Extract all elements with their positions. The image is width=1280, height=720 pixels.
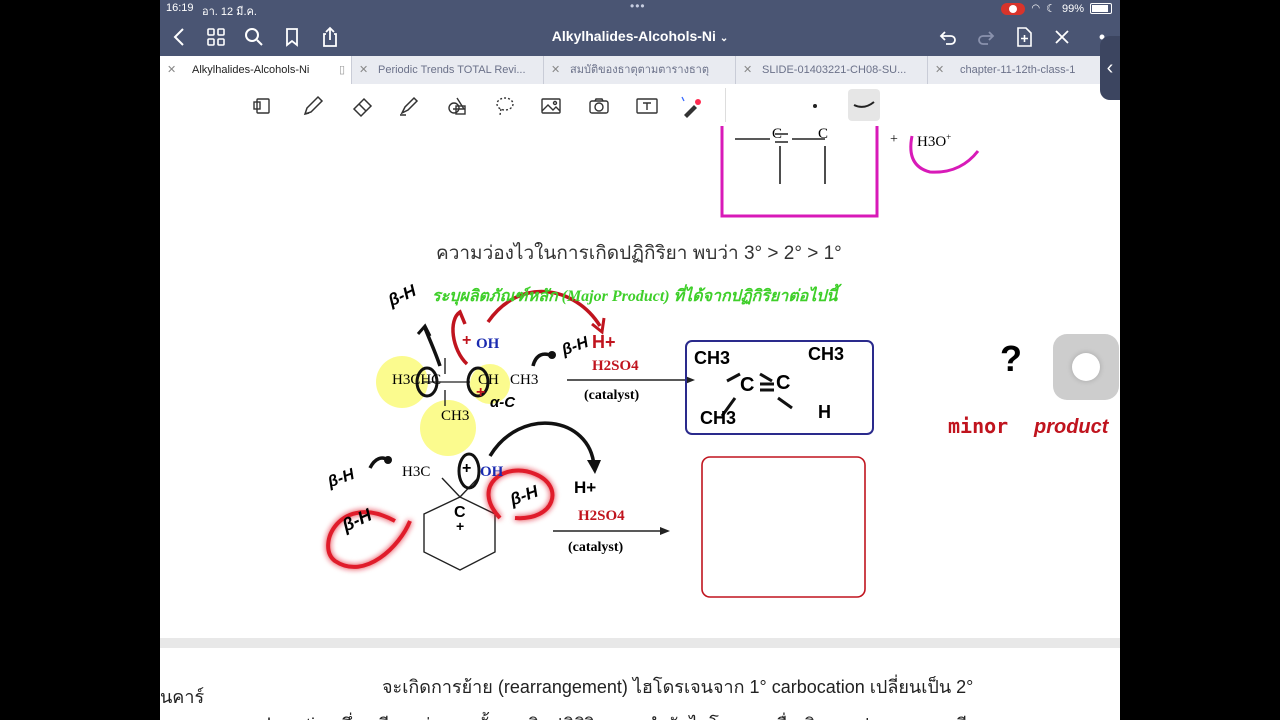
question-mark: ? <box>1000 338 1022 379</box>
r1-carbocation-plus: + <box>476 384 486 401</box>
h-plus-1: H+ <box>592 332 616 352</box>
tab-alkylhalides[interactable]: ✕ Alkylhalides-Alcohols-Ni ▯ <box>160 56 352 84</box>
assistive-touch-button[interactable] <box>1053 334 1119 400</box>
product-label: product <box>1034 416 1109 438</box>
r1-reagent: H2SO4 <box>592 358 639 374</box>
tab-label: chapter-11-12th-class-1 <box>960 64 1076 76</box>
battery-percent: 99% <box>1061 2 1084 15</box>
nav-bar: Alkylhalides-Alcohols-Ni ⌄ • <box>160 18 1120 56</box>
tab-chapter-11[interactable]: ✕ chapter-11-12th-class-1 <box>928 56 1120 84</box>
product-ch3-a: CH3 <box>694 348 731 368</box>
r1-bottom-group: CH3 <box>441 408 470 424</box>
product-box-2 <box>701 456 866 598</box>
camera-icon[interactable] <box>586 93 612 119</box>
r1-condition: (catalyst) <box>584 388 640 403</box>
product-c2: C <box>776 372 791 394</box>
pen-size-dot-icon[interactable] <box>802 93 828 119</box>
toolbar-divider <box>725 88 726 122</box>
reactivity-line: ความว่องไวในการเกิดปฏิกิริยา พบว่า 3° > … <box>436 243 842 264</box>
chevron-left-icon[interactable]: ‹ <box>1100 36 1120 100</box>
r1-right-group: CH3 <box>510 372 539 388</box>
product-ch3-c: CH3 <box>700 408 737 428</box>
moon-icon: ☾ <box>1046 3 1056 15</box>
tab-slide-ch08[interactable]: ✕ SLIDE-01403221-CH08-SU... <box>736 56 928 84</box>
h3o-label: H3O <box>917 134 947 150</box>
split-view-icon[interactable]: ▯ <box>339 56 345 84</box>
document-title-text: Alkylhalides-Alcohols-Ni <box>551 28 716 44</box>
text-tool-icon[interactable] <box>634 93 660 119</box>
assistive-touch-dot <box>1072 353 1100 381</box>
next-page-line-1: จะเกิดการย้าย (rearrangement) ไฮโดรเจนจา… <box>382 677 974 697</box>
close-icon[interactable]: ✕ <box>935 56 944 84</box>
product-ch3-b: CH3 <box>808 344 845 364</box>
r1-left-group: H3CHC <box>392 372 442 388</box>
undo-icon[interactable] <box>936 25 960 49</box>
r2-oh: OH <box>480 464 504 480</box>
minor-label: minor <box>948 414 1009 438</box>
highlighter-icon[interactable] <box>396 93 422 119</box>
page-divider <box>160 638 1120 648</box>
pdf-page[interactable]: C C + H3O+ ความว่องไวในการเกิดปฏิกิริยา … <box>160 126 1120 638</box>
multitasking-dots-icon[interactable]: ••• <box>630 0 646 13</box>
close-icon[interactable]: ✕ <box>359 56 368 84</box>
battery-icon <box>1090 3 1112 14</box>
alkene-vertical-bonds <box>779 146 826 184</box>
status-time: 16:19 <box>166 2 194 14</box>
r2-condition: (catalyst) <box>568 540 624 555</box>
next-page-line-2: carbocation ซึ่งเสถียรกว่า จากนั้นจะเกิด… <box>242 710 979 720</box>
tab-periodic-properties[interactable]: ✕ สมบัติของธาตุตามตารางธาตุ <box>544 56 736 84</box>
pen-icon[interactable] <box>300 93 326 119</box>
alkene-c2: C <box>818 126 829 142</box>
h3o-text: H3O+ <box>917 132 952 150</box>
r2-arrow-head <box>660 527 670 535</box>
product-c1: C <box>740 374 755 396</box>
h-plus-2: H+ <box>574 478 597 497</box>
status-bar: 16:19 อา. 12 มี.ค. ••• ◠ ☾ 99% <box>160 0 1120 18</box>
add-page-icon[interactable] <box>1012 25 1036 49</box>
close-icon[interactable] <box>1050 25 1074 49</box>
tab-label: Alkylhalides-Alcohols-Ni <box>192 64 310 76</box>
laser-pointer-icon[interactable] <box>678 93 704 119</box>
lasso-icon[interactable] <box>492 93 518 119</box>
tab-periodic-trends[interactable]: ✕ Periodic Trends TOTAL Revi... <box>352 56 544 84</box>
page-layout-icon[interactable] <box>250 93 276 119</box>
alkene-c1: C <box>772 126 783 142</box>
eraser-icon[interactable] <box>350 93 376 119</box>
tab-label: Periodic Trends TOTAL Revi... <box>378 64 526 76</box>
wifi-icon: ◠ <box>1031 3 1041 14</box>
close-icon[interactable]: ✕ <box>167 56 176 84</box>
pen-stroke-style-icon[interactable] <box>848 89 880 121</box>
ipad-screen: 16:19 อา. 12 มี.ค. ••• ◠ ☾ 99% Alkylhali… <box>160 0 1120 720</box>
tab-label: SLIDE-01403221-CH08-SU... <box>762 64 907 76</box>
close-icon[interactable]: ✕ <box>743 56 752 84</box>
chevron-down-icon: ⌄ <box>719 33 729 44</box>
drawing-toolbar <box>160 84 1120 127</box>
status-right: ◠ ☾ 99% <box>1001 2 1112 15</box>
screen-record-icon <box>1001 2 1026 15</box>
close-icon[interactable]: ✕ <box>551 56 560 84</box>
shapes-icon[interactable] <box>444 93 470 119</box>
r2-methyl: H3C <box>402 464 431 480</box>
product-h: H <box>818 402 831 422</box>
r2-plus-charge: + <box>456 518 465 534</box>
tab-bar: ✕ Alkylhalides-Alcohols-Ni ▯ ✕ Periodic … <box>160 56 1120 84</box>
r2-oh-plus: + <box>462 460 472 477</box>
next-page-fragment: นคาร์ <box>160 687 205 707</box>
r2-reagent: H2SO4 <box>578 508 625 524</box>
next-pdf-page[interactable]: จะเกิดการย้าย (rearrangement) ไฮโดรเจนจา… <box>160 648 1120 720</box>
r1-plus-charge: + <box>462 332 472 349</box>
instruction-text: ระบุผลิตภัณฑ์หลัก (Major Product) ที่ได้… <box>432 288 838 305</box>
alpha-c-label: α-C <box>490 394 516 411</box>
redo-icon[interactable] <box>974 25 998 49</box>
plus-sign: + <box>890 132 898 147</box>
tab-label: สมบัติของธาตุตามตารางธาตุ <box>570 64 710 76</box>
page-drawing <box>326 126 980 598</box>
black-arrow-r2 <box>488 421 596 467</box>
r1-oh: OH <box>476 336 500 352</box>
image-icon[interactable] <box>538 93 564 119</box>
